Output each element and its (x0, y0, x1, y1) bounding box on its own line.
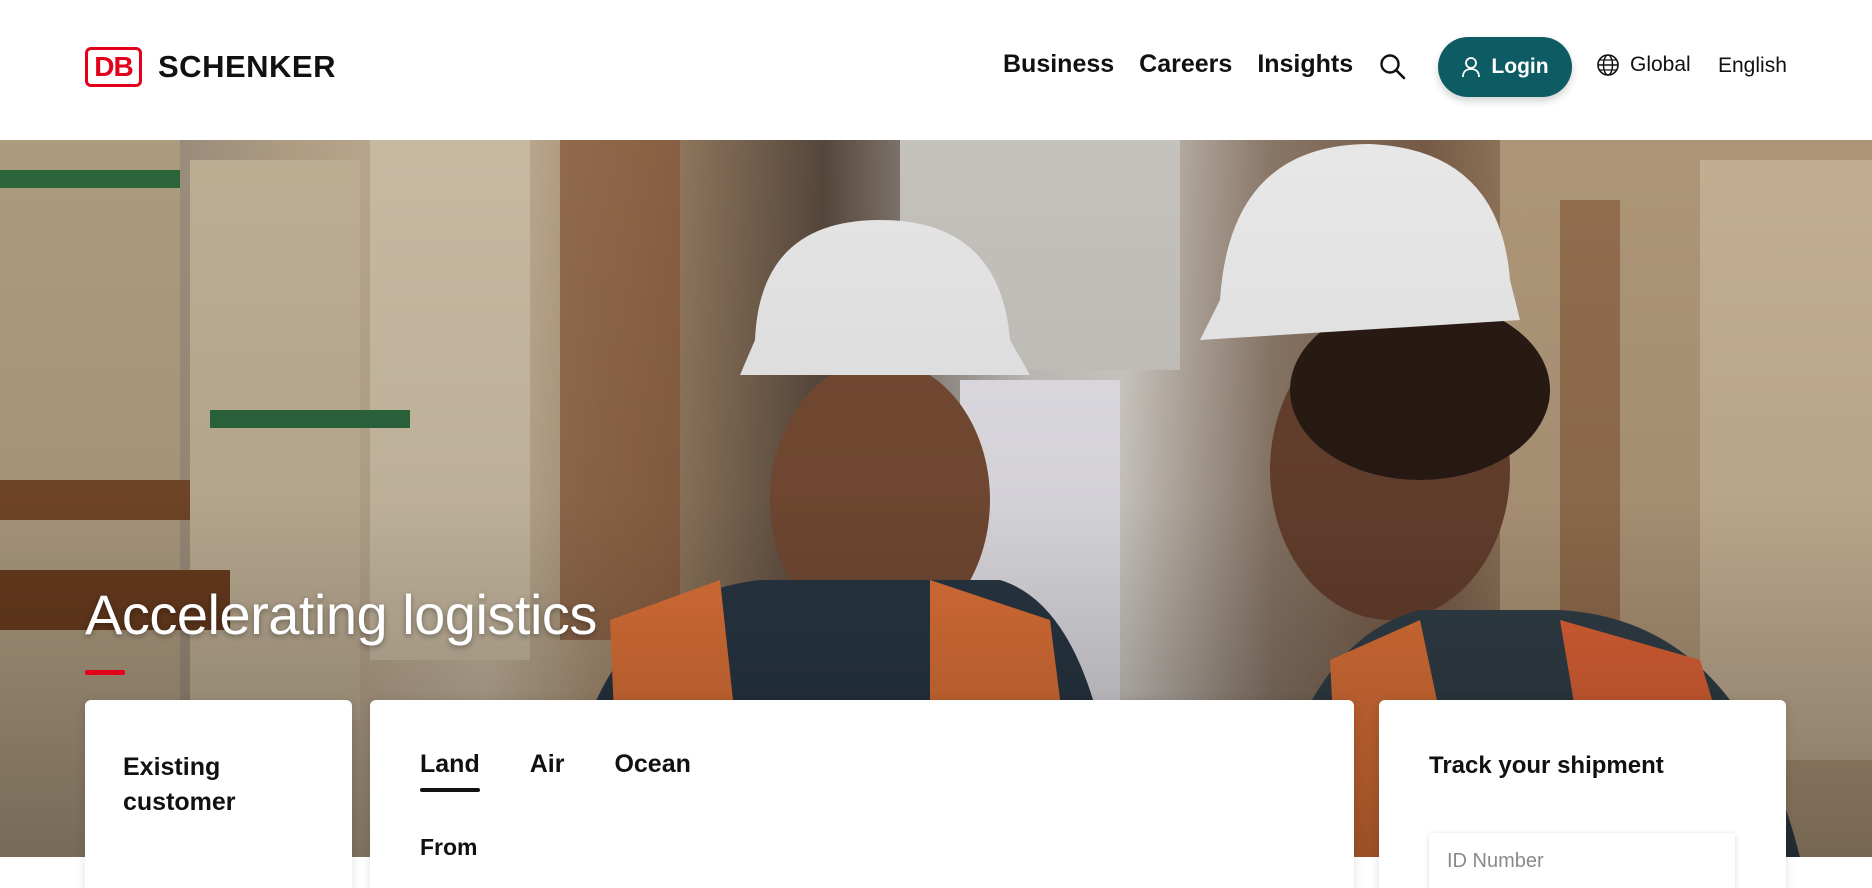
language-selector[interactable]: English (1718, 54, 1787, 78)
track-shipment-card: Track your shipment (1379, 700, 1786, 888)
site-header: DB SCHENKER Business Careers Insights Lo… (0, 0, 1872, 140)
transport-mode-tabs: Land Air Ocean (420, 750, 691, 792)
region-label: Global (1630, 53, 1691, 76)
tab-ocean[interactable]: Ocean (614, 750, 690, 792)
existing-customer-card[interactable]: Existing customer (85, 700, 352, 888)
quote-card: Land Air Ocean From (370, 700, 1354, 888)
nav-business[interactable]: Business (1003, 50, 1114, 79)
existing-customer-title: Existing customer (123, 753, 236, 816)
login-button[interactable]: Login (1438, 37, 1572, 97)
hero-title: Accelerating logistics (85, 583, 597, 646)
id-number-input[interactable] (1429, 833, 1735, 888)
search-icon (1380, 54, 1406, 80)
track-shipment-title: Track your shipment (1429, 752, 1664, 779)
tab-air[interactable]: Air (530, 750, 565, 792)
globe-icon (1597, 54, 1619, 76)
region-selector[interactable]: Global (1596, 53, 1691, 77)
nav-careers[interactable]: Careers (1139, 50, 1232, 79)
db-logo-mark: DB (85, 47, 142, 87)
tab-land[interactable]: Land (420, 750, 480, 792)
main-nav: Business Careers Insights (1003, 50, 1353, 79)
logo-wordmark: SCHENKER (158, 49, 336, 84)
nav-insights[interactable]: Insights (1257, 50, 1353, 79)
user-icon (1462, 57, 1481, 78)
db-schenker-logo[interactable]: DB SCHENKER (85, 47, 336, 87)
from-label: From (420, 834, 478, 860)
search-button[interactable] (1378, 52, 1408, 82)
login-label: Login (1491, 55, 1549, 78)
hero-accent-bar (85, 670, 125, 675)
